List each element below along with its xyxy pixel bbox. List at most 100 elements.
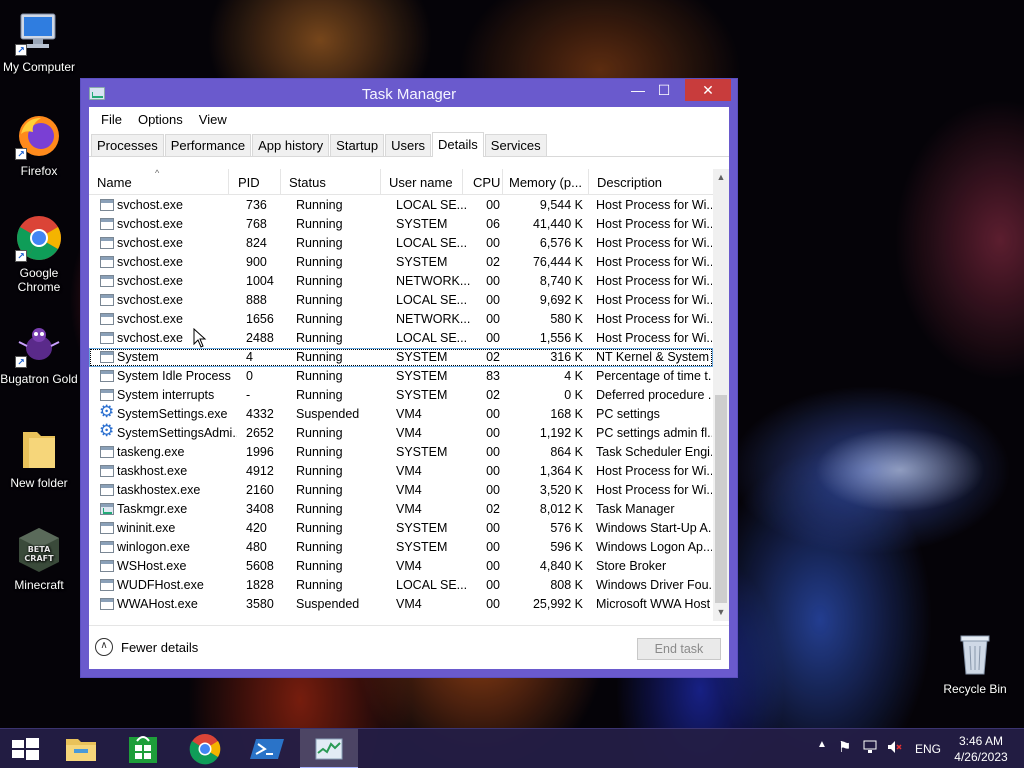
table-row[interactable]: svchost.exe 900 Running SYSTEM 02 76,444 K Hos… <box>89 253 713 272</box>
column-header-cpu[interactable]: CPU <box>463 169 503 195</box>
tab-processes[interactable]: Processes <box>91 134 164 156</box>
process-status: Running <box>296 236 343 250</box>
table-row[interactable]: svchost.exe 736 Running LOCAL SE... 00 9,544 … <box>89 196 713 215</box>
process-window-icon <box>100 370 114 382</box>
table-row[interactable]: svchost.exe 824 Running LOCAL SE... 00 6,576 … <box>89 234 713 253</box>
taskbar-powershell[interactable] <box>238 729 296 768</box>
scroll-up-arrow-icon[interactable]: ▲ <box>713 169 729 186</box>
vertical-scrollbar[interactable]: ▲ ▼ <box>713 169 729 621</box>
desktop-icon-minecraft[interactable]: BETA CRAFT Minecraft <box>0 526 78 592</box>
desktop-icon-firefox[interactable]: ↗ Firefox <box>0 112 78 178</box>
title-bar[interactable]: Task Manager — ☐ ✕ <box>81 79 737 107</box>
table-row[interactable]: winlogon.exe 480 Running SYSTEM 00 596 K Windo… <box>89 538 713 557</box>
process-window-icon <box>100 199 114 211</box>
tab-performance[interactable]: Performance <box>164 134 252 156</box>
network-icon[interactable] <box>862 739 878 758</box>
process-cpu: 00 <box>486 274 500 288</box>
table-row[interactable]: ⚙ SystemSettings.exe 4332 Suspended VM4 00 168… <box>89 403 713 424</box>
process-window-icon <box>100 237 114 249</box>
end-task-button[interactable]: End task <box>637 638 721 660</box>
flag-icon[interactable]: ⚑ <box>838 738 851 756</box>
process-pid: 3408 <box>246 502 274 516</box>
menu-file[interactable]: File <box>93 112 130 127</box>
process-description: PC settings <box>596 407 660 421</box>
menu-options[interactable]: Options <box>130 112 191 127</box>
desktop-icon-my-computer[interactable]: ↗ My Computer <box>0 8 78 74</box>
table-row[interactable]: svchost.exe 1004 Running NETWORK... 00 8,740 … <box>89 272 713 291</box>
column-label: Name <box>97 175 132 190</box>
column-header-pid[interactable]: PID <box>229 169 281 195</box>
table-row[interactable]: taskhostex.exe 2160 Running VM4 00 3,520 K Hos… <box>89 481 713 500</box>
process-user: SYSTEM <box>396 255 448 269</box>
close-button[interactable]: ✕ <box>685 79 731 101</box>
tab-details[interactable]: Details <box>432 132 484 157</box>
table-row[interactable]: taskeng.exe 1996 Running SYSTEM 00 864 K Task … <box>89 443 713 462</box>
language-indicator[interactable]: ENG <box>915 742 941 756</box>
taskbar-chrome[interactable] <box>176 729 234 768</box>
task-manager-client: File Options View Processes Performance … <box>89 107 729 669</box>
process-memory: 9,544 K <box>539 198 583 212</box>
shortcut-arrow-icon: ↗ <box>15 356 27 368</box>
column-header-name[interactable]: ^ Name <box>89 168 229 195</box>
start-button[interactable] <box>0 729 58 768</box>
table-row[interactable]: WSHost.exe 5608 Running VM4 00 4,840 K Store B… <box>89 557 713 576</box>
tab-services[interactable]: Services <box>484 134 547 156</box>
table-row[interactable]: wininit.exe 420 Running SYSTEM 00 576 K Window… <box>89 519 713 538</box>
process-pid: 420 <box>246 521 267 535</box>
table-row[interactable]: svchost.exe 888 Running LOCAL SE... 00 9,692 … <box>89 291 713 310</box>
process-memory: 8,740 K <box>539 274 583 288</box>
desktop-icon-new-folder[interactable]: New folder <box>0 424 78 490</box>
process-status: Running <box>296 483 343 497</box>
clock-time[interactable]: 3:46 AM <box>958 734 1004 748</box>
column-header-status[interactable]: Status <box>281 169 381 195</box>
maximize-button[interactable]: ☐ <box>651 79 677 101</box>
process-pid: 4 <box>246 350 253 364</box>
process-description: Task Manager <box>596 502 675 516</box>
process-status: Running <box>296 198 343 212</box>
taskbar-file-explorer[interactable] <box>52 729 110 768</box>
process-cpu: 00 <box>486 597 500 611</box>
column-header-user-name[interactable]: User name <box>381 169 463 195</box>
gear-icon: ⚙ <box>99 403 114 420</box>
column-header-memory[interactable]: Memory (p... <box>503 169 589 195</box>
process-status: Running <box>296 521 343 535</box>
desktop-icon-label: Google Chrome <box>17 266 61 294</box>
table-row[interactable]: System 4 Running SYSTEM 02 316 K NT Kernel & S… <box>89 348 713 367</box>
tab-startup[interactable]: Startup <box>330 134 385 156</box>
table-row[interactable]: System Idle Process 0 Running SYSTEM 83 4 K Pe… <box>89 367 713 386</box>
table-row[interactable]: taskhost.exe 4912 Running VM4 00 1,364 K Host … <box>89 462 713 481</box>
process-user: SYSTEM <box>396 350 448 364</box>
process-memory: 168 K <box>550 407 583 421</box>
fewer-details-button[interactable]: ∧ Fewer details <box>95 638 198 656</box>
menu-view[interactable]: View <box>191 112 235 127</box>
speaker-muted-icon[interactable] <box>886 739 902 758</box>
desktop-icon-bugatron-gold[interactable]: ↗ Bugatron Gold <box>0 320 78 386</box>
minimize-button[interactable]: — <box>625 79 651 101</box>
process-status: Running <box>296 388 343 402</box>
table-row[interactable]: WWAHost.exe 3580 Suspended VM4 00 25,992 K Mic… <box>89 595 713 614</box>
process-user: VM4 <box>396 407 422 421</box>
process-description: Host Process for Wi... <box>596 236 712 250</box>
svg-text:CRAFT: CRAFT <box>24 554 54 563</box>
table-row[interactable]: svchost.exe 768 Running SYSTEM 06 41,440 K Hos… <box>89 215 713 234</box>
table-row[interactable]: System interrupts - Running SYSTEM 02 0 K Defe… <box>89 386 713 405</box>
taskbar-task-manager[interactable] <box>300 729 358 768</box>
table-row[interactable]: svchost.exe 2488 Running LOCAL SE... 00 1,556… <box>89 329 713 348</box>
table-row[interactable]: Taskmgr.exe 3408 Running VM4 02 8,012 K Task M… <box>89 500 713 519</box>
table-row[interactable]: ⚙ SystemSettingsAdmi... 2652 Running VM4 00 1,… <box>89 422 713 443</box>
desktop-icon-google-chrome[interactable]: ↗ Google Chrome <box>0 214 78 294</box>
scroll-thumb[interactable] <box>715 395 727 603</box>
process-window-icon <box>100 218 114 230</box>
tab-app-history[interactable]: App history <box>252 134 330 156</box>
desktop-icon-recycle-bin[interactable]: Recycle Bin <box>936 630 1014 696</box>
shortcut-arrow-icon: ↗ <box>15 250 27 262</box>
column-header-description[interactable]: Description <box>589 169 715 195</box>
tab-users[interactable]: Users <box>385 134 432 156</box>
scroll-down-arrow-icon[interactable]: ▼ <box>713 604 729 621</box>
show-hidden-icons-chevron-icon[interactable]: ▲ <box>817 739 827 750</box>
clock-date[interactable]: 4/26/2023 <box>952 750 1010 764</box>
taskbar-store[interactable] <box>114 729 172 768</box>
table-row[interactable]: svchost.exe 1656 Running NETWORK... 00 580 K H… <box>89 310 713 329</box>
table-row[interactable]: WUDFHost.exe 1828 Running LOCAL SE... 00 808 … <box>89 576 713 595</box>
process-name: System Idle Process <box>117 369 231 383</box>
